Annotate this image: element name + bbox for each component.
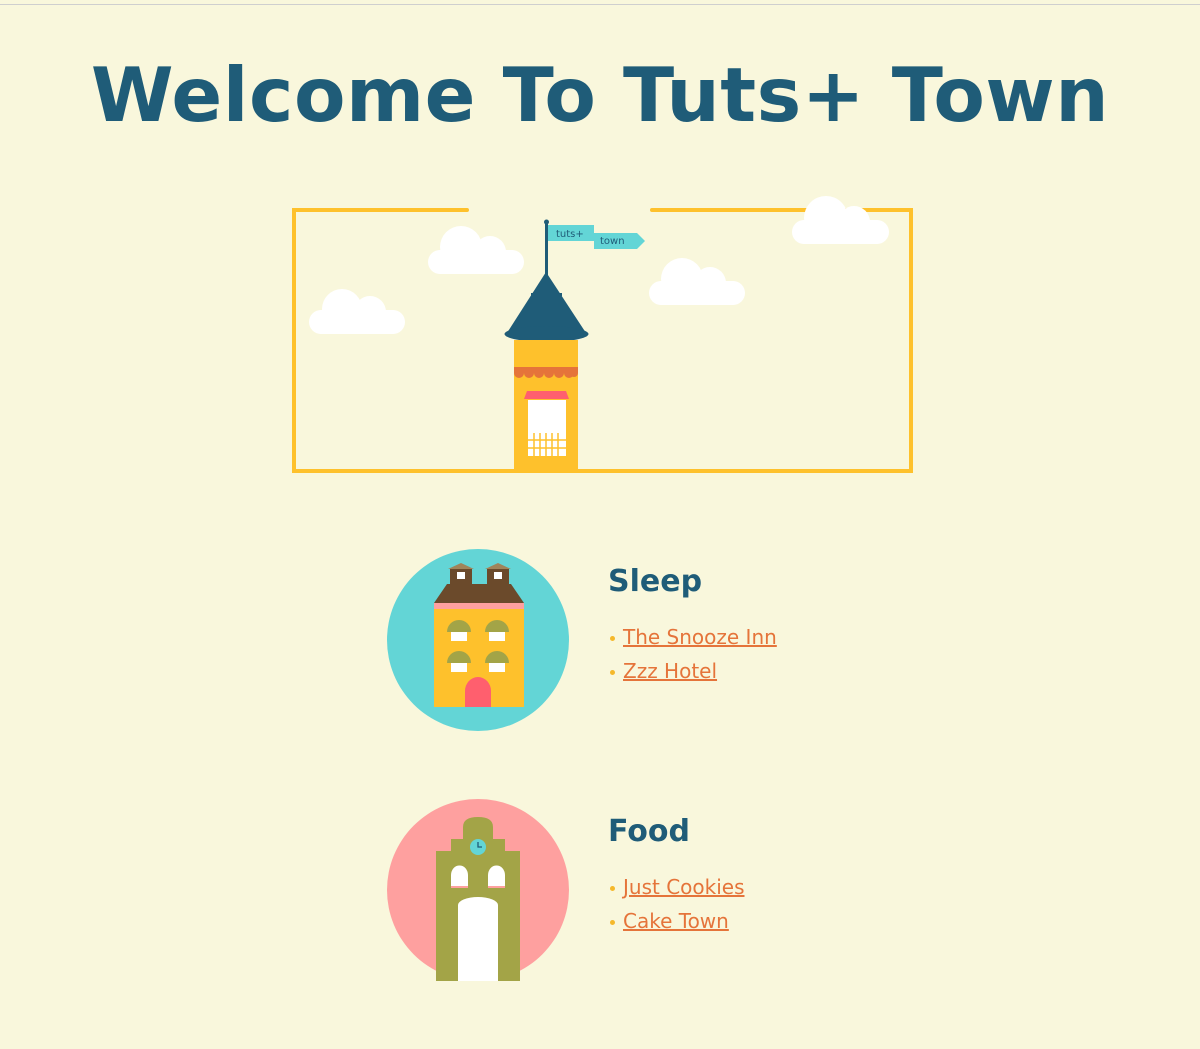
flag-icon [548, 225, 594, 241]
flag-icon [594, 233, 645, 249]
list-item: Cake Town [608, 907, 745, 941]
link-just-cookies[interactable]: Just Cookies [623, 875, 745, 899]
food-link-list: Just Cookies Cake Town [608, 873, 745, 941]
tower-roof [507, 272, 586, 333]
top-divider [0, 4, 1200, 5]
hotel-building-icon [387, 549, 569, 731]
bakery-building-icon [387, 799, 569, 981]
cloud-icon [428, 226, 524, 274]
tower-window [528, 400, 566, 456]
svg-text:town: town [600, 236, 625, 247]
sleep-section: Sleep The Snooze Inn Zzz Hotel [0, 549, 1200, 799]
section-heading-food: Food [608, 814, 690, 849]
link-zzz-hotel[interactable]: Zzz Hotel [623, 659, 717, 683]
link-cake-town[interactable]: Cake Town [623, 909, 729, 933]
cloud-icon [309, 289, 405, 334]
list-item: The Snooze Inn [608, 623, 777, 657]
flag-pole [545, 221, 548, 281]
page-title: Welcome To Tuts+ Town [90, 51, 1110, 139]
tower-body [514, 340, 578, 471]
list-item: Just Cookies [608, 873, 745, 907]
cloud-icon [792, 196, 889, 244]
sleep-link-list: The Snooze Inn Zzz Hotel [608, 623, 777, 691]
link-the-snooze-inn[interactable]: The Snooze Inn [623, 625, 777, 649]
svg-text:tuts+: tuts+ [556, 229, 584, 240]
hero-frame [292, 208, 913, 473]
list-item: Zzz Hotel [608, 657, 777, 691]
cloud-icon [649, 258, 745, 305]
section-heading-sleep: Sleep [608, 564, 703, 599]
food-section: Food Just Cookies Cake Town [0, 799, 1200, 1049]
